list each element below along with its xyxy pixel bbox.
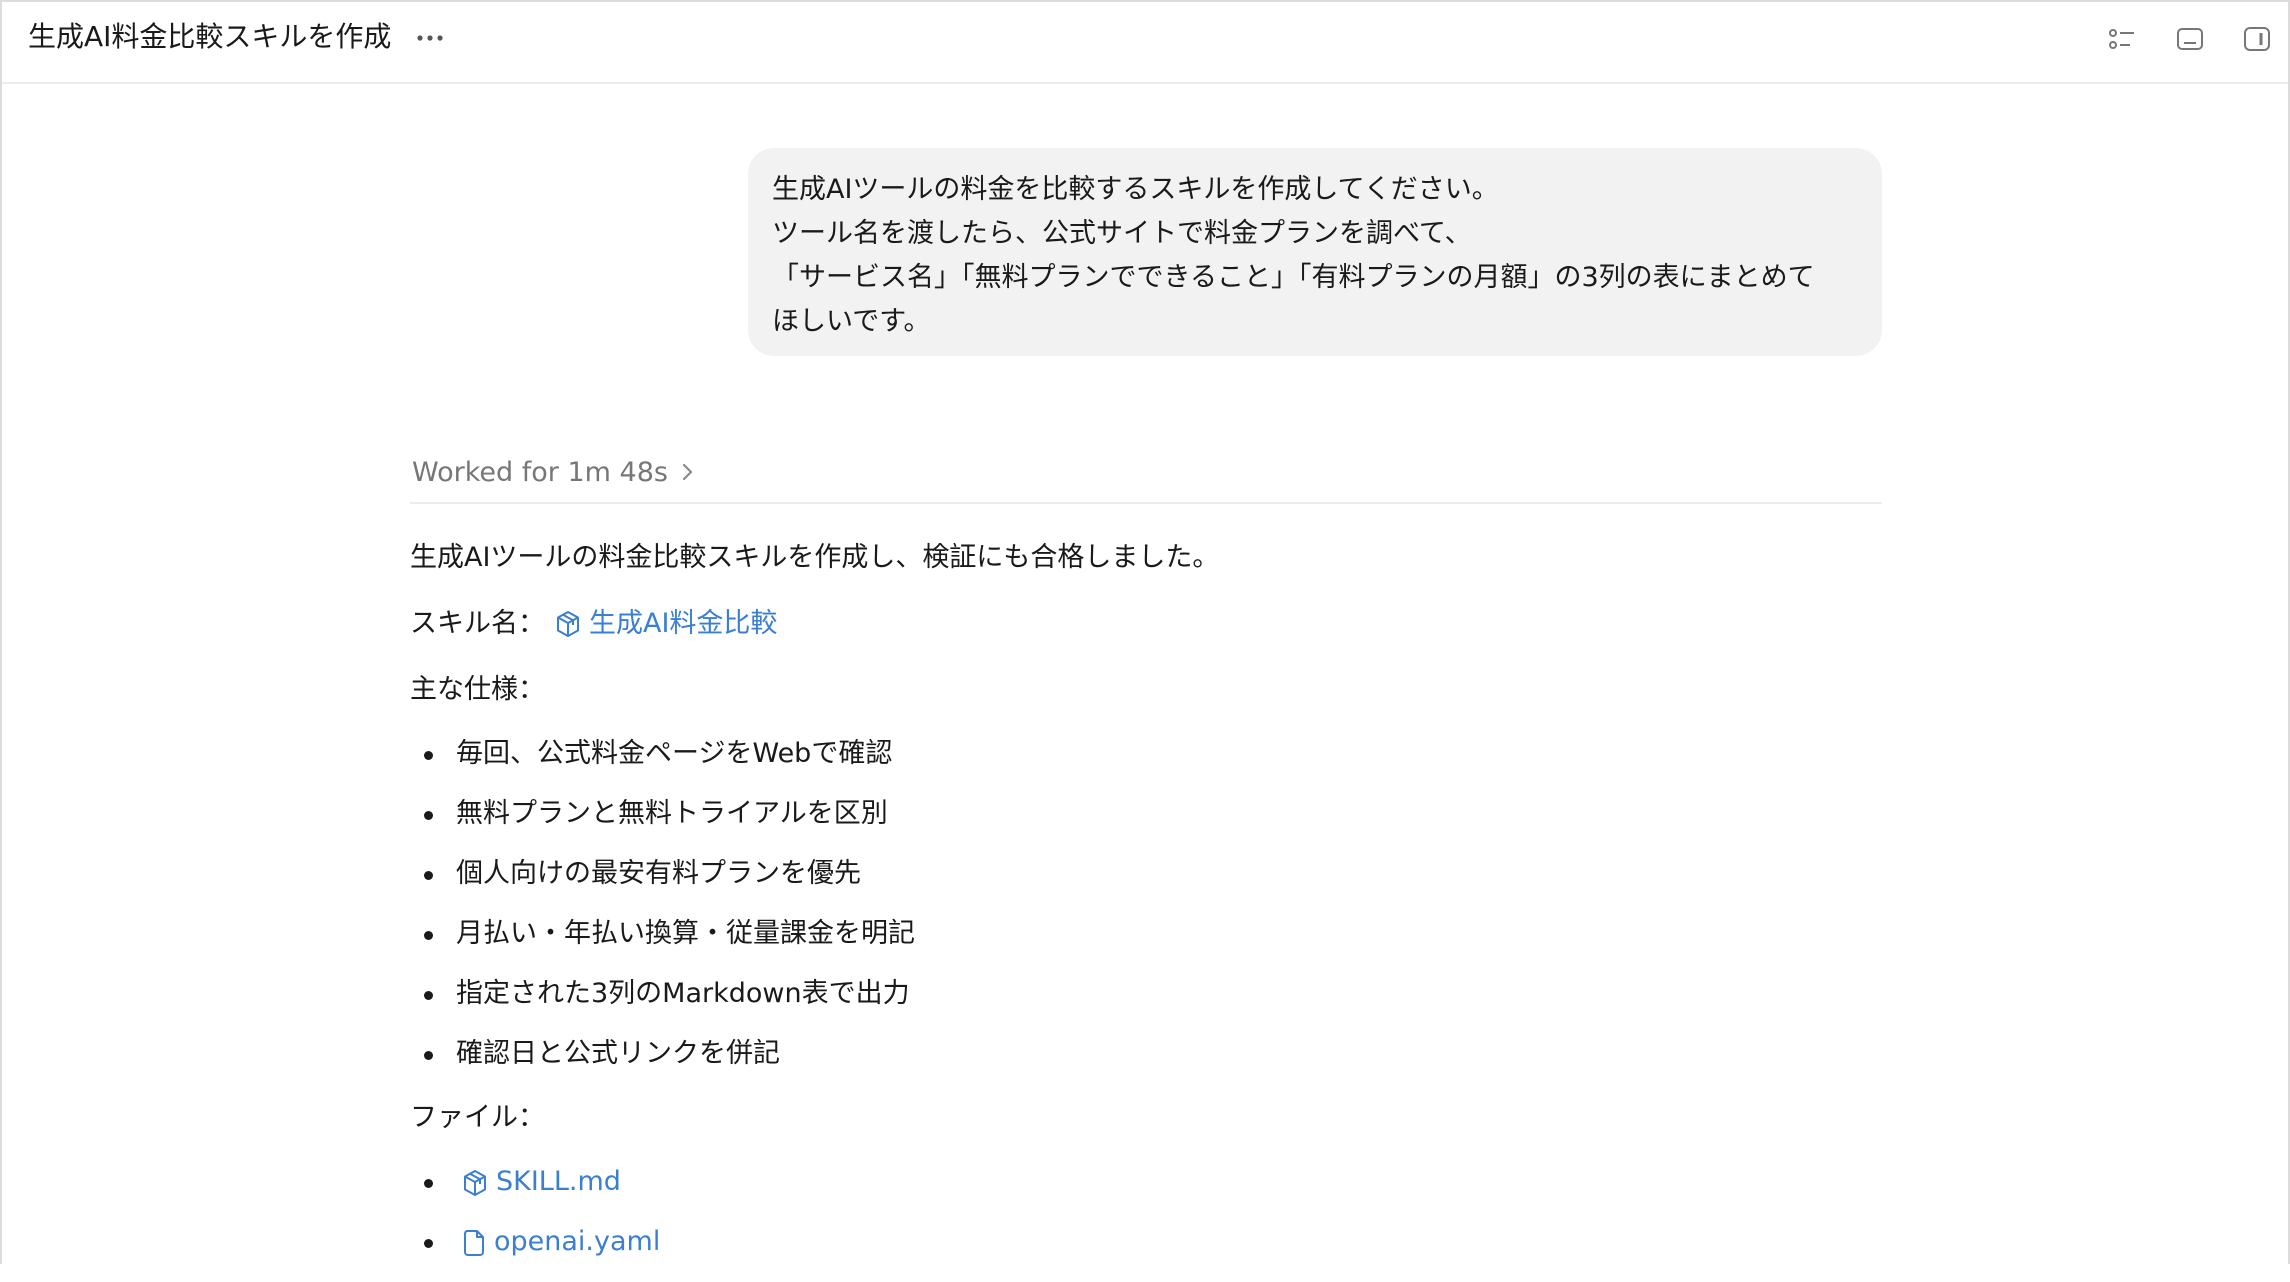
- cube-icon: [464, 1170, 486, 1196]
- app-window: 生成AI料金比較スキルを作成 生成AIツールの料金を比較するスキルを作成してくだ…: [0, 0, 2290, 1264]
- more-horizontal-icon: [417, 35, 443, 41]
- list-item: 確認日と公式リンクを併記: [410, 1034, 915, 1094]
- terminal-panel-icon: [2177, 28, 2203, 50]
- worked-duration-label: Worked for 1m 48s: [412, 456, 668, 488]
- checklist-button[interactable]: [2105, 22, 2139, 56]
- list-item: 無料プランと無料トライアルを区別: [410, 794, 915, 854]
- files-label: ファイル：: [410, 1102, 545, 1133]
- side-panel-button[interactable]: [2240, 22, 2274, 56]
- skill-link[interactable]: 生成AI料金比較: [555, 604, 777, 644]
- list-item: 個人向けの最安有料プランを優先: [410, 854, 915, 914]
- response-intro: 生成AIツールの料金比較スキルを作成し、検証にも合格しました。: [410, 542, 1220, 573]
- spec-list: 毎回、公式料金ページをWebで確認 無料プランと無料トライアルを区別 個人向けの…: [410, 734, 915, 1094]
- user-message-line: ツール名を渡したら、公式サイトで料金プランを調べて、: [772, 218, 1472, 249]
- openai-yaml-file-link[interactable]: openai.yaml: [462, 1222, 660, 1262]
- list-item: 月払い・年払い換算・従量課金を明記: [410, 914, 915, 974]
- file-link-text: openai.yaml: [494, 1226, 661, 1257]
- user-message-line: 生成AIツールの料金を比較するスキルを作成してください。: [772, 174, 1499, 205]
- user-message-line: 「サービス名」「無料プランでできること」「有料プランの月額」の3列の表にまとめて: [772, 262, 1815, 293]
- skill-label: スキル名：: [410, 608, 545, 639]
- skill-link-text: 生成AI料金比較: [589, 608, 778, 639]
- list-item: 毎回、公式料金ページをWebで確認: [410, 734, 915, 794]
- file-link-text: SKILL.md: [496, 1166, 621, 1197]
- cube-icon: [557, 611, 579, 637]
- more-options-button[interactable]: [414, 22, 446, 54]
- skill-name-row: スキル名： 生成AI料金比較: [410, 604, 777, 644]
- file-icon: [464, 1230, 484, 1256]
- list-item: openai.yaml: [410, 1222, 660, 1282]
- header-bar: 生成AI料金比較スキルを作成: [2, 2, 2288, 84]
- user-message-bubble: 生成AIツールの料金を比較するスキルを作成してください。 ツール名を渡したら、公…: [748, 148, 1882, 356]
- terminal-panel-button[interactable]: [2173, 22, 2207, 56]
- skill-md-file-link[interactable]: SKILL.md: [462, 1162, 621, 1202]
- list-item: 指定された3列のMarkdown表で出力: [410, 974, 915, 1034]
- file-list: SKILL.md openai.yaml: [410, 1162, 660, 1282]
- user-message-line: ほしいです。: [772, 306, 931, 337]
- page-title: 生成AI料金比較スキルを作成: [28, 20, 392, 53]
- worked-duration-toggle[interactable]: Worked for 1m 48s: [412, 452, 694, 492]
- section-divider: [410, 502, 1882, 504]
- spec-label: 主な仕様：: [410, 674, 545, 705]
- side-panel-icon: [2244, 27, 2270, 51]
- list-item: SKILL.md: [410, 1162, 660, 1222]
- chevron-right-icon: [682, 463, 693, 481]
- checklist-icon: [2109, 29, 2134, 49]
